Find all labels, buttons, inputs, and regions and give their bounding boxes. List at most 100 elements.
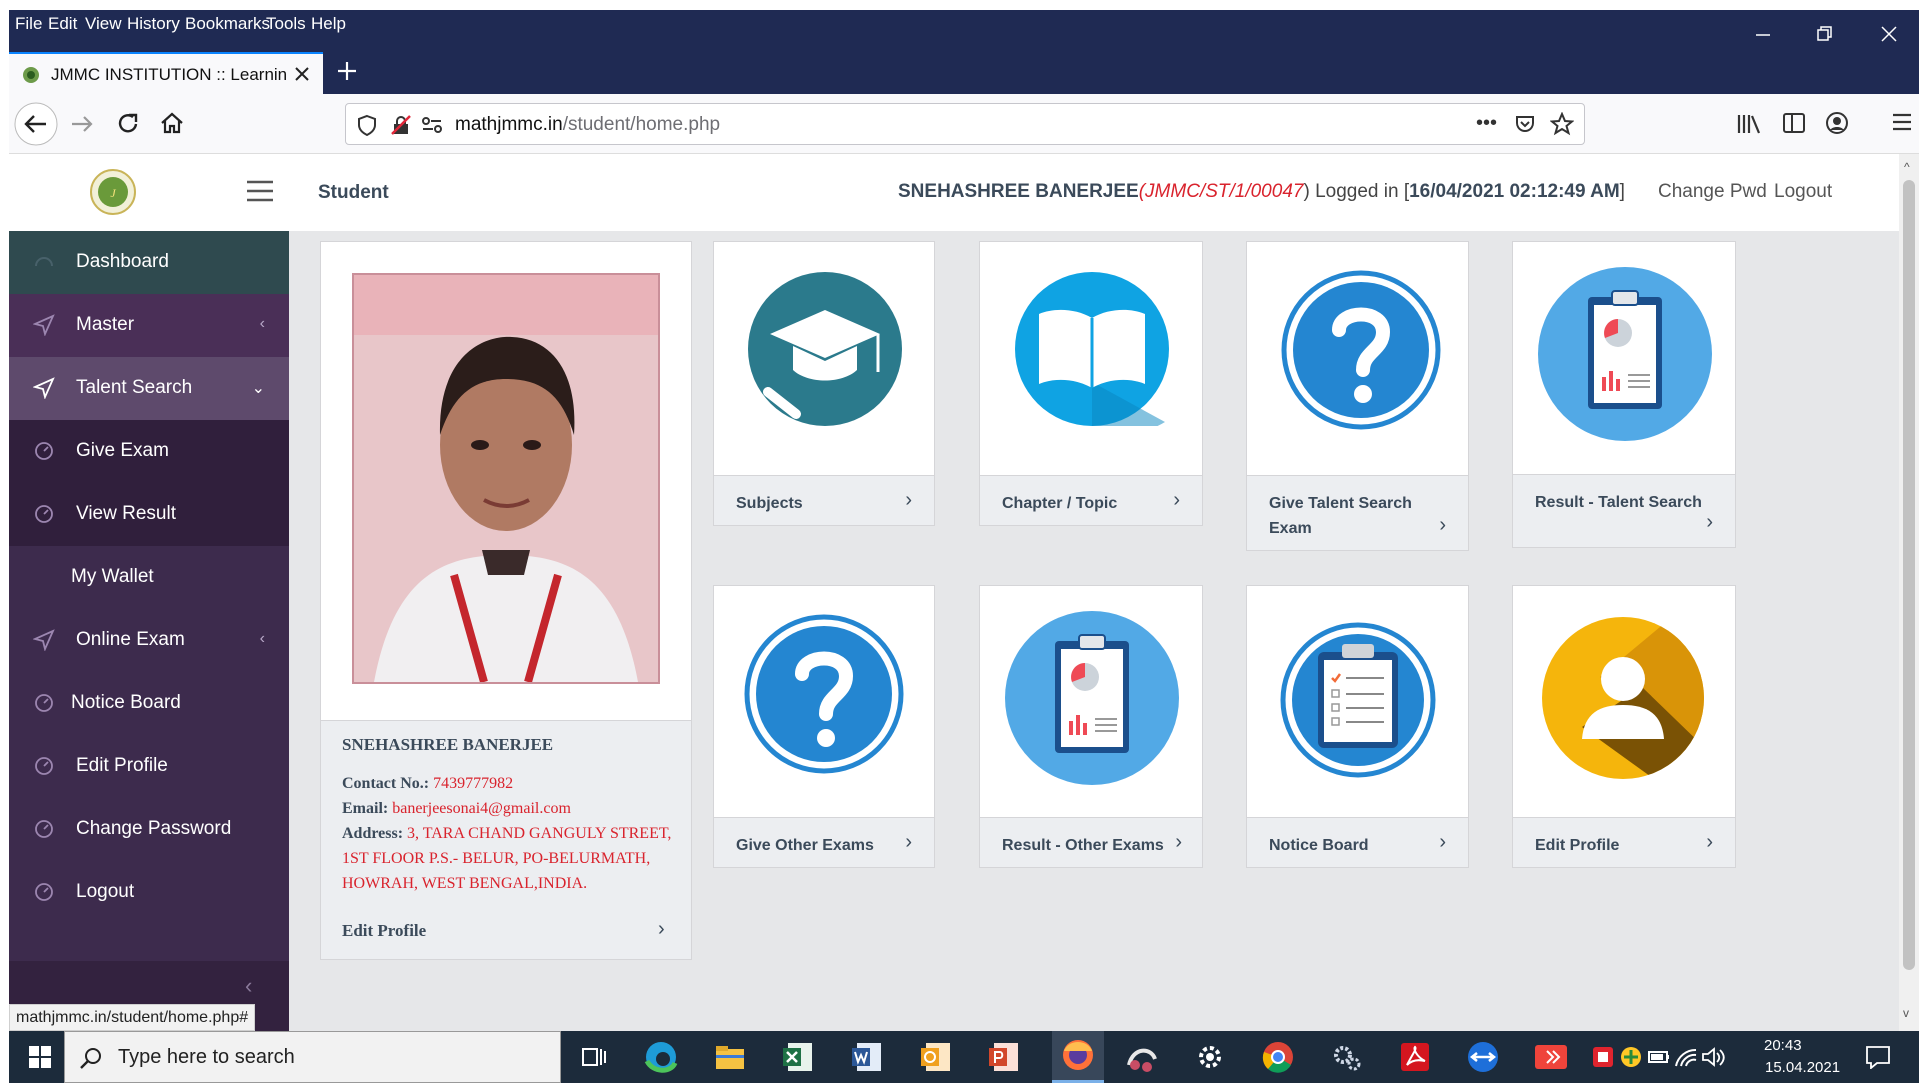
sidebar-item-online-exam[interactable]: Online Exam ‹ (9, 609, 289, 672)
edit-profile-link[interactable]: Edit Profile (342, 921, 426, 941)
page-scrollbar[interactable]: ^ v (1899, 154, 1919, 1031)
tile-footer[interactable]: Edit Profile › (1513, 817, 1735, 867)
clock-time[interactable]: 20:43 (1764, 1037, 1802, 1054)
gauge-icon (33, 755, 55, 777)
menu-bookmarks[interactable]: Bookmarks (185, 14, 270, 34)
change-pwd-link[interactable]: Change Pwd (1658, 181, 1767, 203)
address-bar[interactable]: mathjmmc.in/student/home.php ••• (345, 103, 1585, 145)
sidebar-item-master[interactable]: Master ‹ (9, 294, 289, 357)
acrobat-reader-icon[interactable] (1397, 1039, 1433, 1075)
tile-footer[interactable]: Chapter / Topic › (980, 475, 1202, 525)
svg-text:J: J (110, 186, 116, 200)
menu-view[interactable]: View (85, 14, 122, 34)
taskbar-search-box[interactable]: Type here to search (64, 1031, 561, 1083)
word-icon[interactable] (849, 1039, 885, 1075)
tile-label: Result - Other Exams (1002, 837, 1164, 854)
pocket-icon[interactable] (1514, 113, 1536, 135)
outlook-icon[interactable] (918, 1039, 954, 1075)
anydesk-icon[interactable] (1533, 1039, 1569, 1075)
tile-footer[interactable]: Give Talent Search Exam › (1247, 475, 1468, 550)
collapse-sidebar-icon[interactable]: ‹ (245, 973, 252, 999)
settings-gear-icon[interactable] (1192, 1039, 1228, 1075)
tray-red-app-icon[interactable] (1591, 1045, 1615, 1069)
volume-icon[interactable] (1701, 1046, 1725, 1068)
tile-result-other-exams[interactable]: Result - Other Exams › (979, 585, 1203, 868)
tile-give-other-exams[interactable]: Give Other Exams › (713, 585, 935, 868)
tile-footer[interactable]: Give Other Exams › (714, 817, 934, 867)
battery-icon[interactable] (1647, 1047, 1671, 1067)
tile-edit-profile[interactable]: Edit Profile › (1512, 585, 1736, 868)
new-tab-icon[interactable] (336, 60, 358, 82)
menu-file[interactable]: File (15, 14, 42, 34)
sidebar-item-my-wallet[interactable]: My Wallet (9, 546, 289, 609)
clock-date[interactable]: 15.04.2021 (1765, 1059, 1840, 1076)
tile-footer[interactable]: Notice Board › (1247, 817, 1468, 867)
menu-help[interactable]: Help (311, 14, 346, 34)
minimize-icon[interactable] (1751, 22, 1775, 46)
close-tab-icon[interactable] (293, 65, 311, 83)
sidebar-item-view-result[interactable]: View Result (9, 483, 289, 546)
scroll-down-icon[interactable]: v (1903, 1006, 1909, 1020)
sidebar-item-change-password[interactable]: Change Password (9, 798, 289, 861)
login-info: SNEHASHREE BANERJEE(JMMC/ST/1/00047) Log… (898, 181, 1625, 203)
sidebar-item-edit-profile[interactable]: Edit Profile (9, 735, 289, 798)
gauge-icon (33, 818, 55, 840)
menu-edit[interactable]: Edit (48, 14, 77, 34)
account-icon[interactable] (1825, 111, 1849, 135)
tile-give-talent-search-exam[interactable]: Give Talent Search Exam › (1246, 241, 1469, 551)
restore-icon[interactable] (1812, 22, 1836, 46)
tile-footer[interactable]: Subjects › (714, 475, 934, 525)
tile-footer[interactable]: Result - Other Exams › (980, 817, 1202, 867)
powerpoint-icon[interactable] (986, 1039, 1022, 1075)
snipping-tool-icon[interactable] (1123, 1039, 1159, 1075)
sidebar-item-notice-board[interactable]: Notice Board (9, 672, 289, 735)
file-explorer-icon[interactable] (712, 1039, 748, 1075)
forward-icon[interactable] (69, 112, 95, 136)
page-actions-icon[interactable]: ••• (1476, 112, 1497, 135)
task-view-icon[interactable] (575, 1039, 611, 1075)
hamburger-menu-icon[interactable] (246, 180, 274, 202)
tray-green-app-icon[interactable] (1619, 1045, 1643, 1069)
sidebar-item-logout[interactable]: Logout (9, 861, 289, 924)
close-window-icon[interactable] (1877, 22, 1901, 46)
shield-icon[interactable] (357, 114, 377, 136)
scrollbar-thumb[interactable] (1903, 180, 1915, 970)
edge-icon[interactable] (643, 1039, 679, 1075)
back-icon[interactable] (13, 101, 59, 147)
dashboard-icon (33, 251, 55, 273)
teamviewer-icon[interactable] (1465, 1039, 1501, 1075)
sidebar-toggle-icon[interactable] (1782, 112, 1806, 134)
gears-icon[interactable] (1329, 1039, 1365, 1075)
chrome-icon[interactable] (1260, 1039, 1296, 1075)
bookmark-star-icon[interactable] (1550, 112, 1574, 136)
menu-tools[interactable]: Tools (266, 14, 306, 34)
permissions-icon[interactable] (421, 116, 443, 134)
scroll-up-icon[interactable]: ^ (1904, 160, 1910, 174)
menu-history[interactable]: History (127, 14, 180, 34)
tile-subjects[interactable]: Subjects › (713, 241, 935, 526)
app-menu-icon[interactable] (1891, 112, 1913, 132)
contact-label: Contact No.: (342, 775, 430, 792)
user-silhouette-icon (1542, 617, 1704, 779)
gauge-icon (33, 692, 55, 714)
tile-result-talent-search[interactable]: Result - Talent Search › (1512, 241, 1736, 548)
logout-link[interactable]: Logout (1774, 181, 1832, 203)
notification-center-icon[interactable] (1865, 1045, 1891, 1069)
excel-icon[interactable] (780, 1039, 816, 1075)
sidebar-item-talent-search[interactable]: Talent Search ⌄ (9, 357, 289, 420)
windows-start-icon[interactable] (29, 1046, 51, 1068)
address-row: Address: 3, TARA CHAND GANGULY STREET, (342, 821, 682, 846)
sidebar-item-give-exam[interactable]: Give Exam (9, 420, 289, 483)
sidebar-item-dashboard[interactable]: Dashboard (9, 231, 289, 294)
firefox-icon[interactable] (1052, 1031, 1104, 1083)
library-icon[interactable] (1736, 112, 1762, 136)
browser-tab[interactable]: JMMC INSTITUTION :: Learning (9, 52, 323, 94)
reload-icon[interactable] (115, 111, 141, 137)
home-icon[interactable] (159, 110, 185, 136)
tile-footer[interactable]: Result - Talent Search › (1513, 474, 1735, 547)
insecure-lock-icon[interactable] (390, 114, 412, 136)
wifi-icon[interactable] (1674, 1046, 1698, 1068)
tile-notice-board[interactable]: Notice Board › (1246, 585, 1469, 868)
tile-chapter-topic[interactable]: Chapter / Topic › (979, 241, 1203, 526)
search-placeholder: Type here to search (118, 1046, 295, 1068)
